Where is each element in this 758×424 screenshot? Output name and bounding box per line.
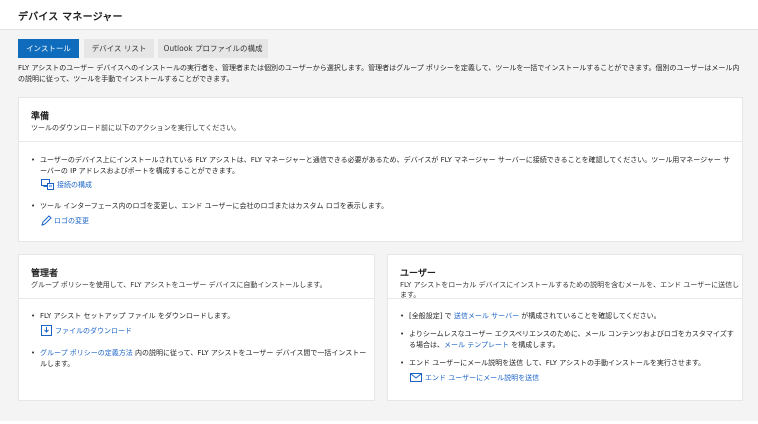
bullet-icon: • bbox=[31, 156, 36, 164]
page-header: デバイス マネージャー bbox=[0, 0, 758, 30]
bullet-icon: • bbox=[31, 349, 36, 357]
admin-item1-text: FLY アシスト セットアップ ファイル をダウンロードします。 bbox=[40, 312, 235, 320]
change-logo-link[interactable]: ロゴの変更 bbox=[41, 215, 121, 227]
user-item1-pre: [全般設定] で bbox=[409, 312, 454, 320]
group-policy-link[interactable]: グループ ポリシーの定義方法 bbox=[40, 349, 133, 357]
send-mail-link[interactable]: エンド ユーザーにメール説明を送信 bbox=[410, 372, 560, 384]
user-item-send-mail: • エンド ユーザーにメール説明を送信 して、FLY アシストの手動インストール… bbox=[400, 358, 734, 369]
download-icon bbox=[41, 325, 52, 340]
prep-item-logo: • ツール インターフェース内のロゴを変更し、エンド ユーザーに会社のロゴまたは… bbox=[31, 201, 730, 212]
user-divider bbox=[388, 298, 742, 299]
user-item3-text: エンド ユーザーにメール説明を送信 して、FLY アシストの手動インストールを実… bbox=[409, 359, 706, 367]
download-file-label: ファイルのダウンロード bbox=[55, 327, 132, 335]
tab-install[interactable]: インストール bbox=[18, 39, 79, 58]
bullet-icon: • bbox=[400, 359, 405, 367]
bullet-icon: • bbox=[400, 330, 405, 338]
send-mail-label: エンド ユーザーにメール説明を送信 bbox=[425, 374, 540, 382]
user-title: ユーザー bbox=[400, 269, 436, 279]
mail-template-link[interactable]: メール テンプレート bbox=[444, 341, 509, 349]
outgoing-mail-server-link[interactable]: 送信メール サーバー bbox=[454, 312, 519, 320]
admin-item-group-policy: • グループ ポリシーの定義方法 内の説明に従って、FLY アシストをユーザー … bbox=[31, 348, 370, 370]
prep-item2-text: ツール インターフェース内のロゴを変更し、エンド ユーザーに会社のロゴまたはカス… bbox=[40, 202, 389, 210]
user-item1-post: が構成されていることを確認してください。 bbox=[519, 312, 661, 320]
admin-title: 管理者 bbox=[31, 269, 59, 279]
user-item-mail-server: • [全般設定] で 送信メール サーバー が構成されていることを確認してくださ… bbox=[400, 311, 734, 322]
tab-device-list[interactable]: デバイス リスト bbox=[84, 39, 154, 58]
mail-send-icon bbox=[410, 372, 422, 387]
server-connection-icon bbox=[41, 179, 54, 195]
download-file-link[interactable]: ファイルのダウンロード bbox=[41, 325, 151, 337]
prep-item-connection: • ユーザーのデバイス上にインストールされている FLY アシストは、FLY マ… bbox=[31, 155, 730, 177]
pencil-icon bbox=[41, 215, 52, 230]
configure-connection-label: 接続の構成 bbox=[57, 181, 92, 189]
prep-item1-text: ユーザーのデバイス上にインストールされている FLY アシストは、FLY マネー… bbox=[40, 156, 730, 175]
bullet-icon: • bbox=[400, 312, 405, 320]
prep-card: 準備 ツールのダウンロード前に以下のアクションを実行してください。 • ユーザー… bbox=[18, 97, 743, 242]
user-item2-post: を構成します。 bbox=[509, 341, 560, 349]
admin-card: 管理者 グループ ポリシーを使用して、FLY アシストをユーザー デバイスに自動… bbox=[18, 254, 375, 401]
admin-item-download: • FLY アシスト セットアップ ファイル をダウンロードします。 bbox=[31, 311, 365, 322]
page-title: デバイス マネージャー bbox=[18, 12, 123, 23]
prep-divider bbox=[19, 141, 742, 142]
prep-subtitle: ツールのダウンロード前に以下のアクションを実行してください。 bbox=[31, 124, 241, 132]
user-item-mail-template: • よりシームレスなユーザー エクスペリエンスのために、メール コンテンツおよび… bbox=[400, 329, 735, 351]
bullet-icon: • bbox=[31, 202, 36, 210]
change-logo-label: ロゴの変更 bbox=[54, 217, 89, 225]
admin-divider bbox=[19, 298, 374, 299]
prep-title: 準備 bbox=[31, 112, 50, 122]
admin-subtitle: グループ ポリシーを使用して、FLY アシストをユーザー デバイスに自動インスト… bbox=[31, 281, 327, 289]
configure-connection-link[interactable]: 接続の構成 bbox=[41, 179, 161, 191]
install-description: FLY アシストのユーザー デバイスへのインストールの実行者を、管理者または個別… bbox=[18, 64, 740, 83]
user-card: ユーザー FLY アシストをローカル デバイスにインストールするための説明を含む… bbox=[387, 254, 743, 401]
bullet-icon: • bbox=[31, 312, 36, 320]
tab-outlook-profile[interactable]: Outlook プロファイルの構成 bbox=[158, 39, 268, 58]
user-subtitle: FLY アシストをローカル デバイスにインストールするための説明を含むメールを、… bbox=[400, 281, 740, 299]
